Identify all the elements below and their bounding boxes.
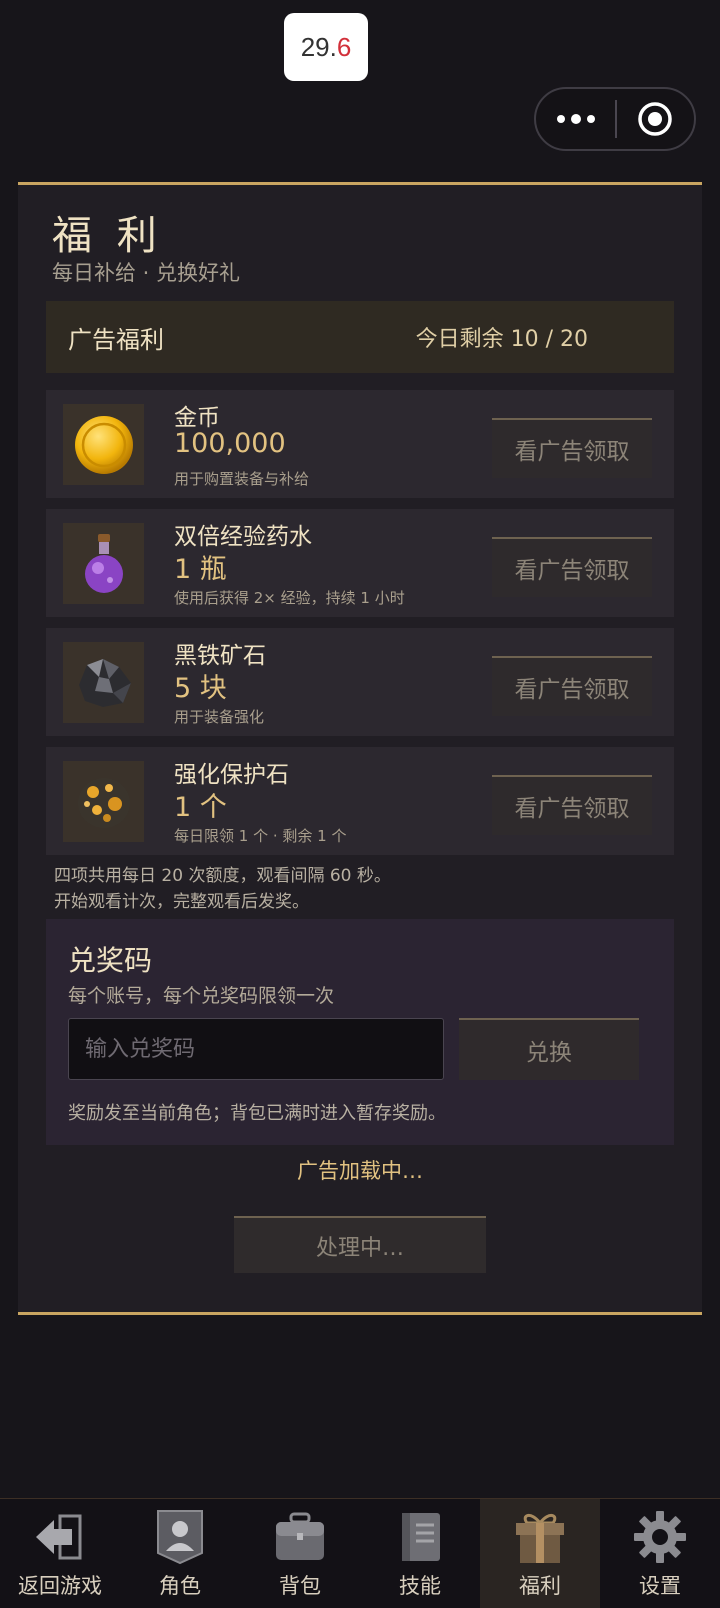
watch-ad-button[interactable]: 看广告领取 xyxy=(492,775,652,835)
nav-skills[interactable]: 技能 xyxy=(360,1499,480,1608)
page-title: 福 利 xyxy=(52,213,163,259)
processing-button[interactable]: 处理中… xyxy=(234,1216,486,1273)
nav-label: 福利 xyxy=(519,1574,561,1598)
redeem-button[interactable]: 兑换 xyxy=(459,1018,639,1080)
screen: 29.6 福 利 每日补给 · 兑换好礼 广告福利 今日剩余 10 / 20 xyxy=(0,0,720,1608)
gift-icon xyxy=(508,1509,572,1565)
reward-amount: 100,000 xyxy=(174,428,286,459)
backpack-icon xyxy=(268,1509,332,1565)
welfare-panel: 福 利 每日补给 · 兑换好礼 广告福利 今日剩余 10 / 20 金币 100… xyxy=(18,182,702,1315)
reward-item-iron-ore: 黑铁矿石 5 块 用于装备强化 看广告领取 xyxy=(46,628,674,736)
reward-desc: 用于购置装备与补给 xyxy=(174,470,310,488)
character-icon xyxy=(148,1509,212,1565)
page-subtitle: 每日补给 · 兑换好礼 xyxy=(52,261,241,285)
gold-coin-icon xyxy=(63,404,144,485)
reward-name: 强化保护石 xyxy=(174,762,289,788)
nav-welfare[interactable]: 福利 xyxy=(480,1499,600,1608)
watch-ad-button[interactable]: 看广告领取 xyxy=(492,418,652,478)
mini-program-capsule xyxy=(534,87,696,151)
reward-item-exp-potion: 双倍经验药水 1 瓶 使用后获得 2× 经验，持续 1 小时 看广告领取 xyxy=(46,509,674,617)
reward-amount: 1 个 xyxy=(174,792,227,823)
redeem-code-section: 兑奖码 每个账号，每个兑奖码限领一次 兑换 奖励发至当前角色；背包已满时进入暂存… xyxy=(46,919,674,1145)
watch-ad-button[interactable]: 看广告领取 xyxy=(492,537,652,597)
nav-label: 返回游戏 xyxy=(18,1574,102,1598)
fps-int: 29. xyxy=(300,31,337,62)
reward-name: 金币 xyxy=(174,405,220,431)
fps-decimal: 6 xyxy=(336,31,352,62)
quota-note: 四项共用每日 20 次额度，观看间隔 60 秒。 xyxy=(54,866,391,886)
reward-item-gold: 金币 100,000 用于购置装备与补给 看广告领取 xyxy=(46,390,674,498)
fps-badge: 29. 6 xyxy=(284,13,368,81)
nav-back-to-game[interactable]: 返回游戏 xyxy=(0,1499,120,1608)
redeem-note: 奖励发至当前角色；背包已满时进入暂存奖励。 xyxy=(68,1103,446,1124)
ad-welfare-label: 广告福利 xyxy=(68,325,164,354)
more-dots-icon[interactable] xyxy=(536,114,615,124)
target-circle-icon[interactable] xyxy=(617,101,694,137)
redeem-code-input[interactable] xyxy=(68,1018,444,1080)
nav-backpack[interactable]: 背包 xyxy=(240,1499,360,1608)
watch-ad-button[interactable]: 看广告领取 xyxy=(492,656,652,716)
reward-amount: 5 块 xyxy=(174,673,227,704)
nav-settings[interactable]: 设置 xyxy=(600,1499,720,1608)
nav-label: 技能 xyxy=(399,1574,441,1598)
protection-stone-icon xyxy=(63,761,144,842)
reward-name: 黑铁矿石 xyxy=(174,643,266,669)
iron-ore-icon xyxy=(63,642,144,723)
reward-name: 双倍经验药水 xyxy=(174,524,312,550)
back-arrow-icon xyxy=(28,1509,92,1565)
nav-character[interactable]: 角色 xyxy=(120,1499,240,1608)
daily-remaining: 今日剩余 10 / 20 xyxy=(415,327,588,352)
reward-desc: 用于装备强化 xyxy=(174,708,265,726)
redeem-title: 兑奖码 xyxy=(68,944,153,977)
watch-note: 开始观看计次，完整观看后发奖。 xyxy=(54,892,309,912)
nav-label: 背包 xyxy=(279,1574,321,1598)
ad-welfare-header: 广告福利 今日剩余 10 / 20 xyxy=(46,301,674,373)
nav-label: 设置 xyxy=(639,1574,681,1598)
ad-loading-text: 广告加载中… xyxy=(297,1159,423,1183)
reward-amount: 1 瓶 xyxy=(174,554,227,585)
skill-book-icon xyxy=(388,1509,452,1565)
reward-item-protection-stone: 强化保护石 1 个 每日限领 1 个 · 剩余 1 个 看广告领取 xyxy=(46,747,674,855)
reward-desc: 每日限领 1 个 · 剩余 1 个 xyxy=(174,827,347,845)
gear-icon xyxy=(628,1509,692,1565)
potion-icon xyxy=(63,523,144,604)
nav-label: 角色 xyxy=(159,1574,201,1598)
reward-desc: 使用后获得 2× 经验，持续 1 小时 xyxy=(174,589,405,607)
bottom-nav: 返回游戏 角色 背包 技能 福利 设置 xyxy=(0,1498,720,1608)
redeem-subtitle: 每个账号，每个兑奖码限领一次 xyxy=(68,985,335,1007)
